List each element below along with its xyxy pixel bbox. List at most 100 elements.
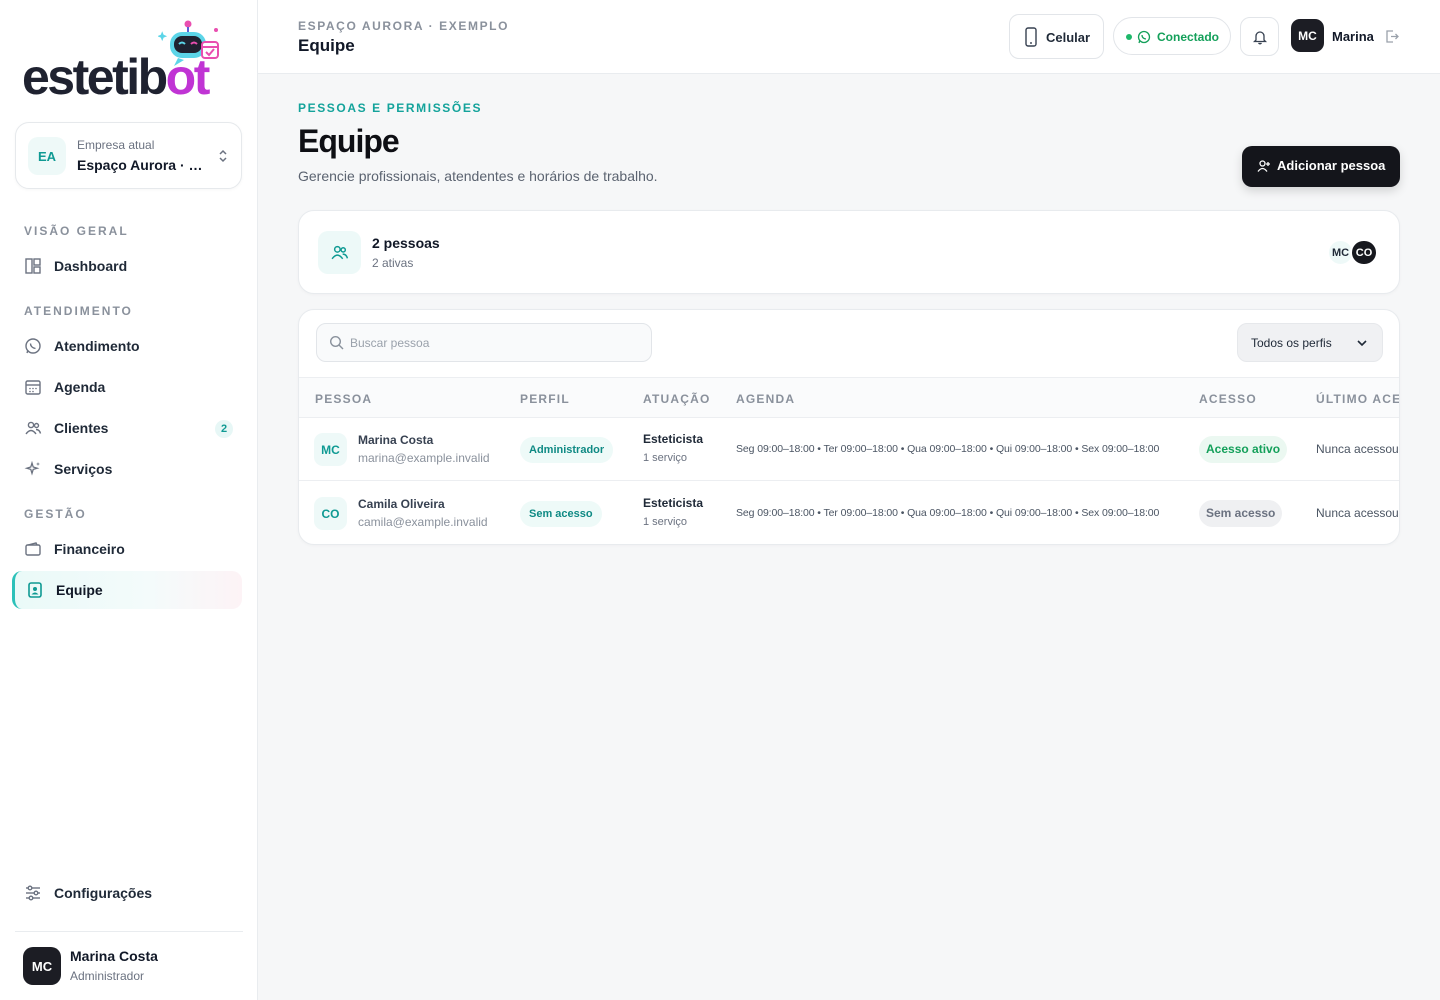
sidebar-item-label: Configurações — [54, 885, 153, 901]
user-menu[interactable]: MC Marina — [1291, 19, 1401, 53]
bell-icon — [1253, 31, 1267, 45]
column-header-acesso[interactable]: ACESSO — [1199, 392, 1257, 406]
user-role: Administrador — [70, 969, 145, 983]
page-title: Equipe — [298, 123, 400, 159]
services-count: 1 serviço — [643, 452, 688, 464]
sidebar-item-clientes[interactable]: Clientes 2 — [13, 409, 243, 447]
last-access: Nunca acessou — [1316, 506, 1399, 520]
robot-mascot-icon — [158, 20, 219, 66]
team-summary-card: 2 pessoas 2 ativas MC CO — [298, 210, 1400, 294]
company-avatar: EA — [28, 137, 66, 175]
profile-filter-select[interactable]: Todos os perfis — [1237, 323, 1383, 362]
sidebar-item-label: Dashboard — [54, 258, 128, 274]
topbar-title: Equipe — [298, 36, 355, 55]
role-label: Esteticista — [643, 496, 704, 510]
add-person-label: Adicionar pessoa — [1277, 158, 1386, 173]
active-count: 2 ativas — [372, 256, 414, 270]
sidebar-item-agenda[interactable]: Agenda — [13, 368, 243, 406]
whatsapp-icon — [1137, 30, 1151, 44]
table-row[interactable]: CO Camila Oliveira camila@example.invali… — [299, 482, 1399, 544]
profile-badge: Administrador — [520, 437, 614, 463]
avatar: MC — [314, 433, 347, 466]
avatar-stack: MC CO — [1327, 239, 1379, 266]
calendar-icon — [25, 380, 41, 395]
sidebar-item-dashboard[interactable]: Dashboard — [13, 247, 243, 285]
table-row[interactable]: MC Marina Costa marina@example.invalid A… — [299, 418, 1399, 481]
role-label: Esteticista — [643, 432, 704, 446]
chevron-down-icon — [1357, 340, 1367, 347]
table-header: PESSOA PERFIL ATUAÇÃO AGENDA ACESSO ÚLTI… — [299, 377, 1399, 418]
clientes-count-badge: 2 — [215, 420, 233, 438]
avatar: MC — [23, 947, 61, 985]
status-dot — [1126, 34, 1132, 40]
status-label: Conectado — [1157, 30, 1220, 44]
column-header-atuacao[interactable]: ATUAÇÃO — [643, 392, 711, 406]
phone-button[interactable]: Celular — [1009, 14, 1104, 59]
dashboard-icon — [25, 258, 41, 274]
page-subtitle: Gerencie profissionais, atendentes e hor… — [298, 168, 658, 184]
company-name: Espaço Aurora · Exemplo — [77, 157, 209, 173]
sparkles-icon — [24, 460, 40, 476]
sidebar-item-label: Equipe — [56, 582, 103, 598]
estetibot-logo[interactable]: estetibot — [22, 18, 237, 106]
sidebar-item-label: Serviços — [54, 461, 113, 477]
add-person-button[interactable]: Adicionar pessoa — [1242, 146, 1400, 187]
profile-filter-value: Todos os perfis — [1251, 336, 1332, 350]
topbar: ESPAÇO AURORA · EXEMPLO Equipe Celular C… — [258, 0, 1440, 74]
search-icon — [329, 335, 344, 350]
wallet-icon — [25, 542, 41, 556]
search-box[interactable] — [316, 323, 652, 362]
people-count: 2 pessoas — [372, 235, 440, 251]
whatsapp-icon — [25, 338, 41, 354]
sliders-icon — [26, 885, 40, 901]
column-header-perfil[interactable]: PERFIL — [520, 392, 570, 406]
smartphone-icon — [1025, 27, 1037, 47]
schedule-text: Seg 09:00–18:00 • Ter 09:00–18:00 • Qua … — [736, 443, 1160, 455]
badge-icon — [28, 582, 42, 598]
access-status-badge: Acesso ativo — [1199, 436, 1288, 463]
sidebar-user[interactable]: MC Marina Costa Administrador — [15, 931, 243, 1000]
sidebar-item-label: Atendimento — [54, 338, 140, 354]
team-icon-box — [318, 231, 361, 274]
sidebar-item-label: Financeiro — [54, 541, 125, 557]
sidebar-item-label: Agenda — [54, 379, 106, 395]
column-header-pessoa[interactable]: PESSOA — [315, 392, 372, 406]
sidebar-item-financeiro[interactable]: Financeiro — [13, 530, 243, 568]
profile-badge: Sem acesso — [520, 501, 602, 527]
schedule-text: Seg 09:00–18:00 • Ter 09:00–18:00 • Qua … — [736, 507, 1160, 519]
sidebar-item-atendimento[interactable]: Atendimento — [13, 327, 243, 365]
column-header-ultimo-acesso[interactable]: ÚLTIMO ACESSO — [1316, 392, 1399, 406]
breadcrumb: ESPAÇO AURORA · EXEMPLO — [298, 19, 510, 33]
avatar: CO — [1350, 239, 1378, 266]
person-email: camila@example.invalid — [358, 515, 488, 529]
avatar: MC — [1291, 19, 1324, 52]
sidebar-item-configuracoes[interactable]: Configurações — [13, 874, 243, 912]
sidebar-item-label: Clientes — [54, 420, 109, 436]
user-plus-icon — [1257, 160, 1270, 172]
chevron-up-down-icon — [219, 149, 227, 163]
sidebar-item-servicos[interactable]: Serviços — [13, 450, 243, 488]
page-eyebrow: PESSOAS E PERMISSÕES — [298, 101, 483, 115]
phone-button-label: Celular — [1046, 30, 1091, 45]
sidebar: estetibot EA Empresa atual Espaço Aurora… — [0, 0, 258, 1000]
company-label: Empresa atual — [77, 138, 155, 152]
person-email: marina@example.invalid — [358, 451, 490, 465]
whatsapp-status-button[interactable]: Conectado — [1113, 17, 1231, 55]
access-status-badge: Sem acesso — [1199, 500, 1283, 527]
person-name: Camila Oliveira — [358, 497, 445, 511]
avatar: CO — [314, 497, 347, 530]
last-access: Nunca acessou — [1316, 442, 1399, 456]
users-icon — [331, 245, 349, 260]
section-title-visao-geral: VISÃO GERAL — [24, 224, 129, 238]
team-table-card: Todos os perfis PESSOA PERFIL ATUAÇÃO AG… — [298, 309, 1400, 545]
section-title-gestao: GESTÃO — [24, 507, 87, 521]
search-input[interactable] — [350, 324, 640, 361]
sidebar-item-equipe[interactable]: Equipe — [12, 571, 242, 609]
person-name: Marina Costa — [358, 433, 434, 447]
company-switcher[interactable]: EA Empresa atual Espaço Aurora · Exemplo — [15, 122, 242, 189]
logout-icon[interactable] — [1385, 30, 1399, 43]
notifications-button[interactable] — [1240, 17, 1279, 56]
user-name: Marina Costa — [70, 948, 158, 964]
services-count: 1 serviço — [643, 516, 688, 528]
column-header-agenda[interactable]: AGENDA — [736, 392, 795, 406]
